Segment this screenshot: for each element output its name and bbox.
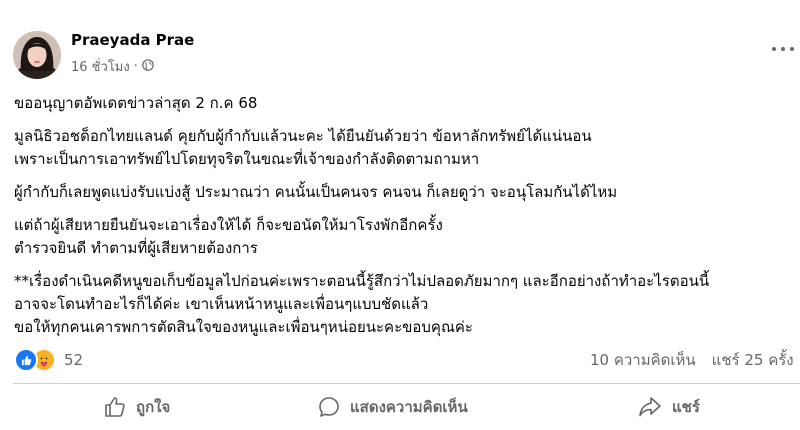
like-button[interactable]: ถูกใจ: [104, 390, 170, 424]
meta-separator: ·: [133, 59, 138, 74]
post-timestamp[interactable]: 16 ชั่วโมง: [71, 56, 130, 77]
post-line: แต่ถ้าผู้เสียหายยืนยันจะเอาเรื่องให้ได้ …: [14, 216, 443, 234]
post-paragraph: ขออนุญาตอัพเดตข่าวล่าสุด 2 ก.ค 68: [14, 92, 800, 115]
post-paragraph: แต่ถ้าผู้เสียหายยืนยันจะเอาเรื่องให้ได้ …: [14, 214, 800, 260]
post-paragraph: ผู้กำกับก็เลยพูดแบ่งรับแบ่งสู้ ประมาณว่า…: [14, 181, 800, 204]
post-body: ขออนุญาตอัพเดตข่าวล่าสุด 2 ก.ค 68 มูลนิธ…: [14, 92, 800, 349]
reaction-count: 52: [64, 351, 84, 369]
engagement-counts: 10 ความคิดเห็น แชร์ 25 ครั้ง: [590, 349, 794, 371]
post-line: ขอให้ทุกคนเคารพการตัดสินใจของหนูและเพื่อ…: [14, 318, 473, 336]
post-line: ตำรวจยินดี ทำตามที่ผู้เสียหายต้องการ: [14, 239, 258, 257]
comment-icon: [318, 396, 340, 418]
reaction-summary[interactable]: 52: [14, 348, 84, 372]
comment-count[interactable]: 10 ความคิดเห็น: [590, 348, 696, 372]
more-options-icon[interactable]: [772, 42, 794, 56]
post-line: อาจจะโดนทำอะไรก็ได้ค่ะ เขาเห็นหน้าหนูและ…: [14, 295, 429, 313]
post-line: ขออนุญาตอัพเดตข่าวล่าสุด 2 ก.ค 68: [14, 94, 258, 112]
post-card: Praeyada Prae 16 ชั่วโมง · ขออนุญาตอัพเด…: [0, 0, 800, 430]
globe-icon: [142, 58, 154, 75]
action-bar: ถูกใจ แสดงความคิดเห็น แชร์: [0, 390, 800, 424]
comment-button[interactable]: แสดงความคิดเห็น: [318, 390, 468, 424]
share-count[interactable]: แชร์ 25 ครั้ง: [712, 348, 794, 372]
post-line: มูลนิธิวอชด็อกไทยแลนด์ คุยกับผู้กำกับแล้…: [14, 127, 592, 145]
avatar-photo: [13, 31, 61, 79]
comment-label: แสดงความคิดเห็น: [350, 398, 468, 416]
post-paragraph: มูลนิธิวอชด็อกไทยแลนด์ คุยกับผู้กำกับแล้…: [14, 125, 800, 171]
author-name[interactable]: Praeyada Prae: [71, 31, 194, 49]
post-paragraph: **เรื่องดำเนินคดีหนูขอเก็บข้อมูลไปก่อนค่…: [14, 270, 800, 339]
thumbs-up-icon: [104, 396, 126, 418]
author-avatar[interactable]: [13, 31, 61, 79]
like-reaction-icon: [14, 348, 38, 372]
post-meta: 16 ชั่วโมง ·: [71, 56, 154, 77]
post-line: ผู้กำกับก็เลยพูดแบ่งรับแบ่งสู้ ประมาณว่า…: [14, 183, 618, 201]
share-arrow-icon: [638, 396, 662, 418]
share-button[interactable]: แชร์: [638, 390, 700, 424]
divider: [13, 383, 800, 384]
post-line: **เรื่องดำเนินคดีหนูขอเก็บข้อมูลไปก่อนค่…: [14, 272, 710, 290]
post-line: เพราะเป็นการเอาทรัพย์ไปโดยทุจริตในขณะที่…: [14, 150, 480, 168]
like-label: ถูกใจ: [136, 398, 171, 416]
share-label: แชร์: [672, 398, 700, 416]
